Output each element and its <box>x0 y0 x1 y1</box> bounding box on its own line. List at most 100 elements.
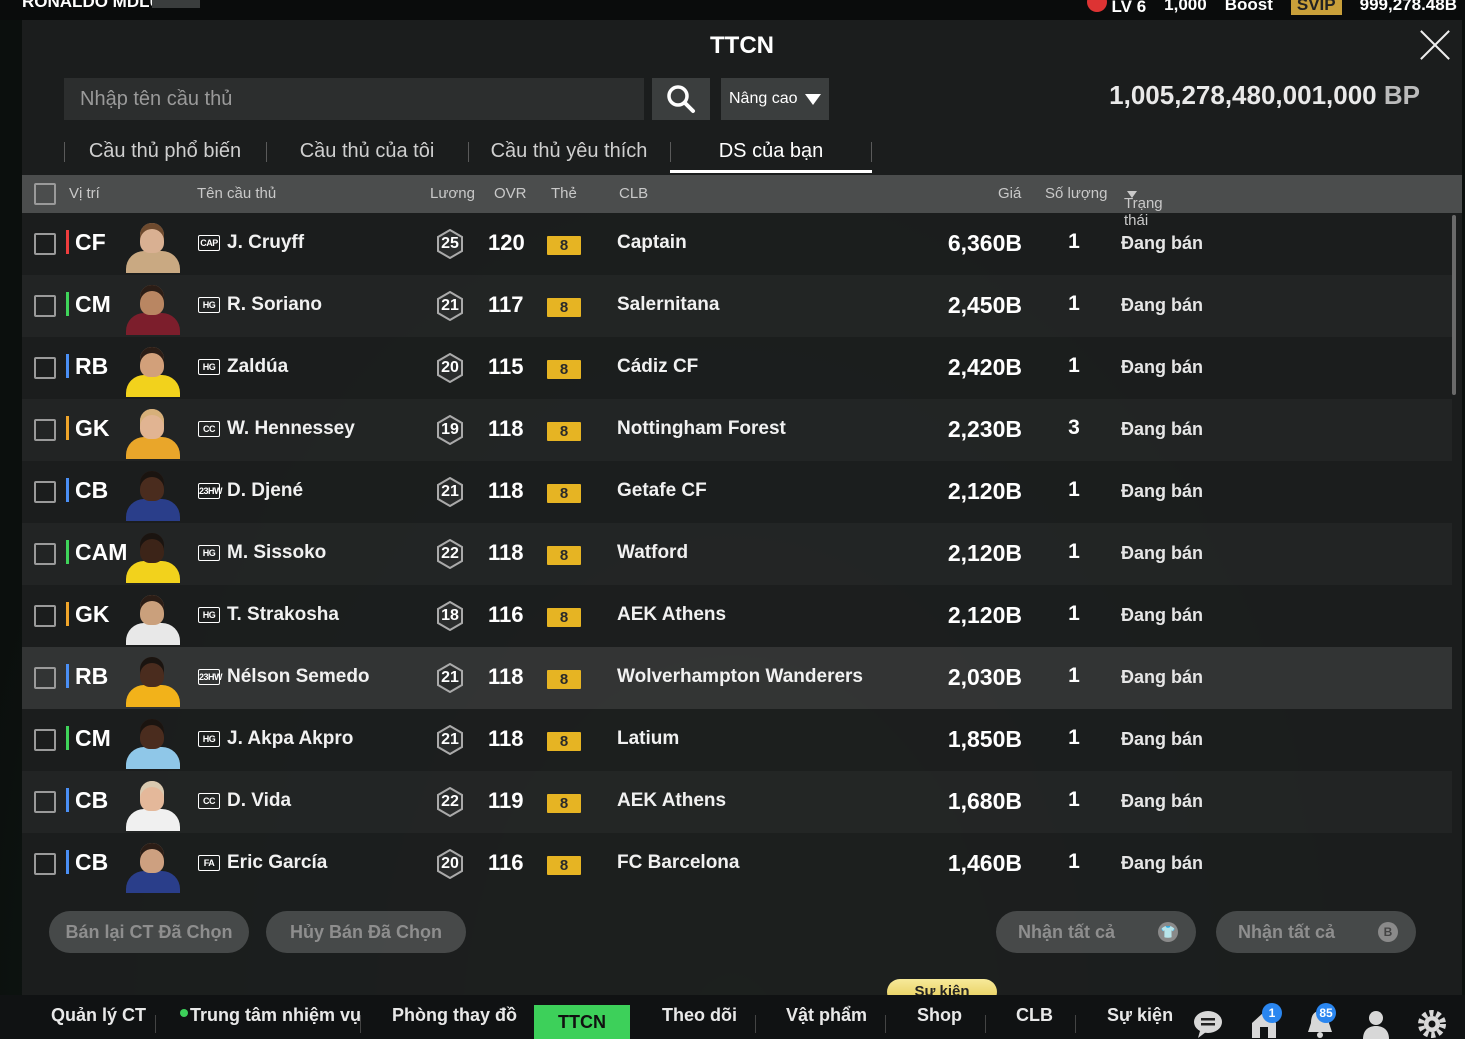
search-input[interactable] <box>64 78 644 120</box>
player-ovr: 120 <box>488 230 525 255</box>
tab-favorite-players[interactable]: Cầu thủ yêu thích <box>468 132 670 172</box>
season-badge: HG <box>198 545 220 561</box>
player-club: Cádiz CF <box>617 356 699 377</box>
boost-label: Boost <box>1224 0 1273 14</box>
nav-locker-room[interactable]: Phòng thay đồ <box>392 1005 517 1026</box>
settings-gear-icon[interactable] <box>1416 1007 1448 1039</box>
cancel-selected-button[interactable]: Hủy Bán Đã Chọn <box>266 911 466 953</box>
player-avatar <box>124 837 182 893</box>
search-button[interactable] <box>652 78 710 120</box>
player-position: RB <box>66 354 108 378</box>
table-row[interactable]: GK HG T. Strakosha 18 116 8 AEK Athens 2,120B 1 Đ… <box>22 585 1452 647</box>
table-row[interactable]: RB 23HW Nélson Semedo 21 118 8 Wolverhampton W… <box>22 647 1452 709</box>
card-level-badge: 8 <box>547 608 581 627</box>
listing-status: Đang bán <box>1121 667 1204 687</box>
table-scrollbar[interactable] <box>1452 215 1456 395</box>
player-club: Nottingham Forest <box>617 418 786 439</box>
close-icon[interactable] <box>1418 28 1452 62</box>
nav-watchlist[interactable]: Theo dõi <box>662 1005 737 1026</box>
resell-selected-button[interactable]: Bán lại CT Đã Chọn <box>49 911 249 953</box>
nav-squad-management[interactable]: Quản lý CT <box>51 1005 146 1026</box>
shirt-icon: 👕 <box>1158 922 1178 942</box>
table-row[interactable]: CAM HG M. Sissoko 22 118 8 Watford 2,120B 1 Đang … <box>22 523 1452 585</box>
claim-all-players-button[interactable]: Nhận tất cả 👕 <box>996 911 1196 953</box>
nav-items[interactable]: Vật phẩm <box>786 1005 867 1026</box>
notification-badge: 85 <box>1316 1003 1336 1023</box>
tab-popular-players[interactable]: Cầu thủ phổ biến <box>64 132 266 172</box>
player-quantity: 1 <box>1068 354 1080 377</box>
player-ovr: 118 <box>488 478 524 503</box>
row-checkbox[interactable] <box>34 605 56 627</box>
player-club: Latium <box>617 728 680 749</box>
profile-icon[interactable] <box>1360 1007 1392 1039</box>
nav-shop[interactable]: Shop <box>917 1005 962 1026</box>
row-checkbox[interactable] <box>34 729 56 751</box>
player-position: CB <box>66 478 108 502</box>
row-checkbox[interactable] <box>34 295 56 317</box>
card-level-badge: 8 <box>547 670 581 689</box>
card-level-badge: 8 <box>547 794 581 813</box>
header-salary: Lương <box>430 185 475 202</box>
player-club: AEK Athens <box>617 790 727 811</box>
bp-balance: 1,005,278,480,001,000 BP <box>1109 80 1420 111</box>
nav-club[interactable]: CLB <box>1016 1005 1053 1026</box>
chat-icon[interactable] <box>1192 1007 1224 1039</box>
table-row[interactable]: CB CC D. Vida 22 119 8 AEK Athens 1,680B 1 Đang b… <box>22 771 1452 833</box>
player-avatar <box>124 589 182 645</box>
player-position: GK <box>66 602 110 626</box>
salary-badge: 22 <box>436 539 464 569</box>
manager-badge <box>152 0 200 8</box>
player-price: 1,680B <box>947 788 1022 814</box>
select-all-checkbox[interactable] <box>34 183 56 205</box>
row-checkbox[interactable] <box>34 233 56 255</box>
nav-mission-center[interactable]: Trung tâm nhiệm vụ <box>190 1005 361 1026</box>
card-level-badge: 8 <box>547 546 581 565</box>
season-badge: 23HW <box>198 669 223 685</box>
player-name: Zaldúa <box>227 356 289 377</box>
top-status-bar: RONALDO MDLU LV 6 1,000 Boost SVIP 999,2… <box>0 0 1465 20</box>
search-icon <box>667 85 695 113</box>
player-avatar <box>124 217 182 273</box>
salary-badge: 21 <box>436 291 464 321</box>
nav-divider <box>155 1015 156 1033</box>
coin-display: 1,000 <box>1164 0 1207 14</box>
salary-badge: 21 <box>436 477 464 507</box>
table-row[interactable]: CM HG R. Soriano 21 117 8 Salernitana 2,450B 1 Đa… <box>22 275 1452 337</box>
claim-all-bp-button[interactable]: Nhận tất cả B <box>1216 911 1416 953</box>
row-checkbox[interactable] <box>34 543 56 565</box>
player-ovr: 116 <box>488 850 524 875</box>
advanced-filter-dropdown[interactable]: Nâng cao <box>721 78 829 120</box>
mail-badge: 1 <box>1262 1003 1282 1023</box>
row-checkbox[interactable] <box>34 791 56 813</box>
row-checkbox[interactable] <box>34 357 56 379</box>
player-ovr: 118 <box>488 664 524 689</box>
nav-transfer-market[interactable]: TTCN <box>534 1005 630 1039</box>
tab-my-listings[interactable]: DS của bạn <box>670 132 872 173</box>
player-quantity: 1 <box>1068 726 1080 749</box>
table-row[interactable]: CB 23HW D. Djené 21 118 8 Getafe CF 2,120B 1 Đang… <box>22 461 1452 523</box>
table-row[interactable]: CM HG J. Akpa Akpro 21 118 8 Latium 1,850B 1 Đang… <box>22 709 1452 771</box>
listing-status: Đang bán <box>1121 543 1204 563</box>
row-checkbox[interactable] <box>34 853 56 875</box>
header-status-sort[interactable]: Trạng thái <box>1124 185 1163 229</box>
player-quantity: 3 <box>1068 416 1080 439</box>
row-checkbox[interactable] <box>34 667 56 689</box>
player-club: FC Barcelona <box>617 852 740 873</box>
level-display: LV 6 <box>1086 0 1146 17</box>
table-row[interactable]: GK CC W. Hennessey 19 118 8 Nottingham Forest 2… <box>22 399 1452 461</box>
tab-my-players[interactable]: Cầu thủ của tôi <box>266 132 468 172</box>
row-checkbox[interactable] <box>34 419 56 441</box>
table-row[interactable]: CB FA Eric García 20 116 8 FC Barcelona 1,460B 1… <box>22 833 1452 895</box>
level-icon <box>1086 0 1107 12</box>
card-level-badge: 8 <box>547 856 581 875</box>
player-position: GK <box>66 416 110 440</box>
table-row[interactable]: CF CAP J. Cruyff 25 120 8 Captain 6,360B 1 Đang b… <box>22 213 1452 275</box>
listing-status: Đang bán <box>1121 481 1204 501</box>
player-price: 2,450B <box>947 292 1022 318</box>
row-checkbox[interactable] <box>34 481 56 503</box>
nav-events[interactable]: Sự kiện <box>1107 1005 1173 1026</box>
salary-badge: 22 <box>436 787 464 817</box>
player-club: Getafe CF <box>617 480 707 501</box>
table-row[interactable]: RB HG Zaldúa 20 115 8 Cádiz CF 2,420B 1 Đang bán <box>22 337 1452 399</box>
season-badge: CC <box>198 421 220 437</box>
